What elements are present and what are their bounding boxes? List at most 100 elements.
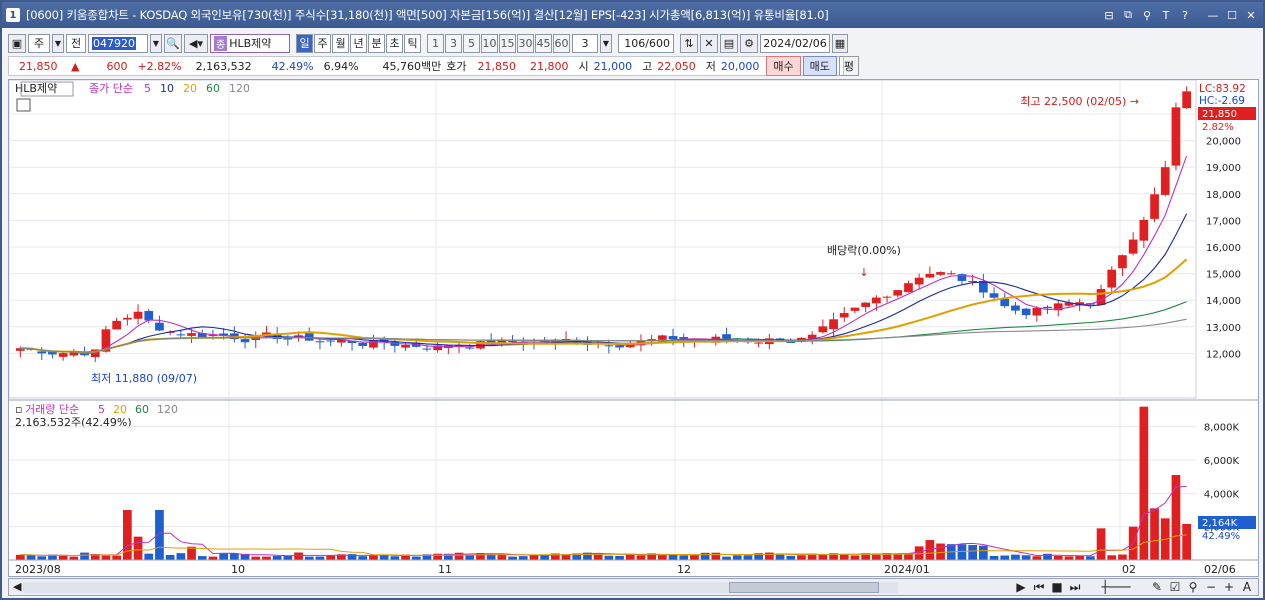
page-count-input[interactable]: 106/600 [618, 33, 674, 53]
ask-price: 21,850 [477, 59, 517, 73]
date-input[interactable]: 2024/02/06 [760, 33, 830, 53]
volume-ma-legend-5: 5 [98, 403, 105, 416]
stop-icon[interactable]: ■ [1050, 580, 1064, 595]
title-button-0[interactable]: ⊟ [1101, 7, 1117, 23]
volume-bar [529, 555, 539, 560]
volume-bar [1150, 508, 1159, 560]
layout-icon[interactable]: ▣ [8, 33, 26, 53]
x-axis-label: 2023/08 [15, 563, 61, 576]
market-select[interactable]: 주 [28, 33, 50, 53]
interval-tab-0[interactable]: 1 [427, 33, 444, 53]
candle [786, 342, 796, 344]
stock-name-field[interactable]: 종 HLB제약 [210, 33, 290, 53]
interval-tab-7[interactable]: 60 [553, 33, 570, 53]
font-size-icon[interactable]: A [1240, 580, 1254, 595]
volume-bar [658, 555, 667, 560]
rewind-icon[interactable]: ⏮ [1032, 580, 1046, 595]
chevron-down-icon[interactable]: ▼ [52, 33, 64, 53]
interval-input[interactable]: 3 [572, 33, 598, 53]
candle [839, 313, 849, 318]
interval-tab-1[interactable]: 3 [445, 33, 462, 53]
ma-legend-5: 5 [144, 82, 151, 95]
zoom-slider-icon[interactable]: ┼─── [1086, 580, 1146, 595]
interval-tab-5[interactable]: 30 [517, 33, 534, 53]
ma-legend-20: 20 [183, 82, 197, 95]
speaker-icon[interactable]: ◀▾ [184, 33, 208, 53]
volume-bar [797, 555, 806, 560]
average-button[interactable]: 평 [838, 56, 860, 76]
code-dropdown-icon[interactable]: ▼ [150, 33, 162, 53]
check-icon[interactable]: ☑ [1168, 580, 1182, 595]
scrollbar-thumb[interactable] [729, 582, 879, 593]
volume-bar [818, 554, 828, 560]
volume-bar [850, 555, 860, 560]
interval-tab-2[interactable]: 5 [463, 33, 480, 53]
save-icon[interactable]: ▤ [720, 33, 738, 53]
volume-bar [1118, 554, 1127, 560]
ma-legend-120: 120 [229, 82, 250, 95]
period-tab-4[interactable]: 분 [368, 33, 385, 53]
title-button-4[interactable]: ? [1177, 7, 1193, 23]
buy-button[interactable]: 매수 [766, 56, 801, 76]
candle [754, 342, 763, 344]
scroll-right-icon[interactable]: ▶ [1014, 580, 1028, 595]
title-button-6[interactable]: ☐ [1224, 7, 1240, 23]
candle [1021, 308, 1031, 316]
volume-tick-label: 8,000K [1204, 423, 1240, 434]
low-price: 20,000 [720, 59, 760, 73]
volume-bar [358, 556, 368, 560]
volume-bar [839, 554, 849, 560]
all-button[interactable]: 전 [66, 33, 86, 53]
gear-icon[interactable]: ⚙ [740, 33, 758, 53]
volume-bar [1075, 555, 1084, 560]
title-button-2[interactable]: ⚲ [1139, 7, 1155, 23]
period-tab-6[interactable]: 틱 [404, 33, 421, 53]
volume-bar [743, 555, 753, 560]
interval-dropdown-icon[interactable]: ▼ [600, 33, 612, 53]
period-tab-0[interactable]: 일 [296, 33, 313, 53]
ma-legend-10: 10 [160, 82, 174, 95]
candle [882, 296, 892, 298]
period-tab-5[interactable]: 초 [386, 33, 403, 53]
title-button-5[interactable]: — [1205, 7, 1221, 23]
forward-icon[interactable]: ⏭ [1068, 580, 1082, 595]
interval-tab-6[interactable]: 45 [535, 33, 552, 53]
volume-bar [636, 555, 646, 560]
volume-bar [679, 555, 689, 560]
candle [508, 340, 517, 342]
price-volume-chart[interactable]: 21,00020,00019,00018,00017,00016,00015,0… [8, 79, 1258, 576]
volume-bar [1011, 554, 1020, 560]
candle [155, 322, 164, 331]
zoom-in-icon[interactable]: + [1222, 580, 1236, 595]
title-button-7[interactable]: ✕ [1243, 7, 1259, 23]
x-axis-label: 10 [231, 563, 245, 576]
volume-bar [518, 556, 528, 560]
low-label: 저 [705, 60, 716, 73]
sell-button[interactable]: 매도 [802, 56, 837, 76]
zoom-out-icon[interactable]: − [1204, 580, 1218, 595]
period-tab-1[interactable]: 주 [314, 33, 331, 53]
zoom-icon[interactable]: ⚲ [1186, 580, 1200, 595]
candle [240, 339, 250, 343]
candle [968, 280, 977, 282]
draw-icon[interactable]: ✎ [1150, 580, 1164, 595]
calendar-icon[interactable]: ▦ [832, 33, 848, 53]
crosshair-icon[interactable]: ✕ [700, 33, 718, 53]
title-button-3[interactable]: T [1158, 7, 1174, 23]
chart-area[interactable]: 21,00020,00019,00018,00017,00016,00015,0… [8, 79, 1259, 577]
candle [283, 338, 293, 340]
period-tab-2[interactable]: 월 [332, 33, 349, 53]
indicator-icon[interactable]: ⇅ [680, 33, 698, 53]
candle [829, 319, 838, 330]
title-button-1[interactable]: ⧉ [1120, 7, 1136, 23]
candle [818, 326, 828, 333]
interval-tab-3[interactable]: 10 [481, 33, 498, 53]
volume-tick-label: 6,000K [1204, 456, 1240, 467]
interval-tab-4[interactable]: 15 [499, 33, 516, 53]
stock-code-input[interactable]: 047920 [88, 33, 148, 53]
volume-bar [155, 510, 164, 560]
period-tab-3[interactable]: 년 [350, 33, 367, 53]
search-icon[interactable]: 🔍 [164, 33, 182, 53]
volume-bar [465, 555, 475, 560]
scroll-left-icon[interactable]: ◀ [13, 580, 21, 593]
